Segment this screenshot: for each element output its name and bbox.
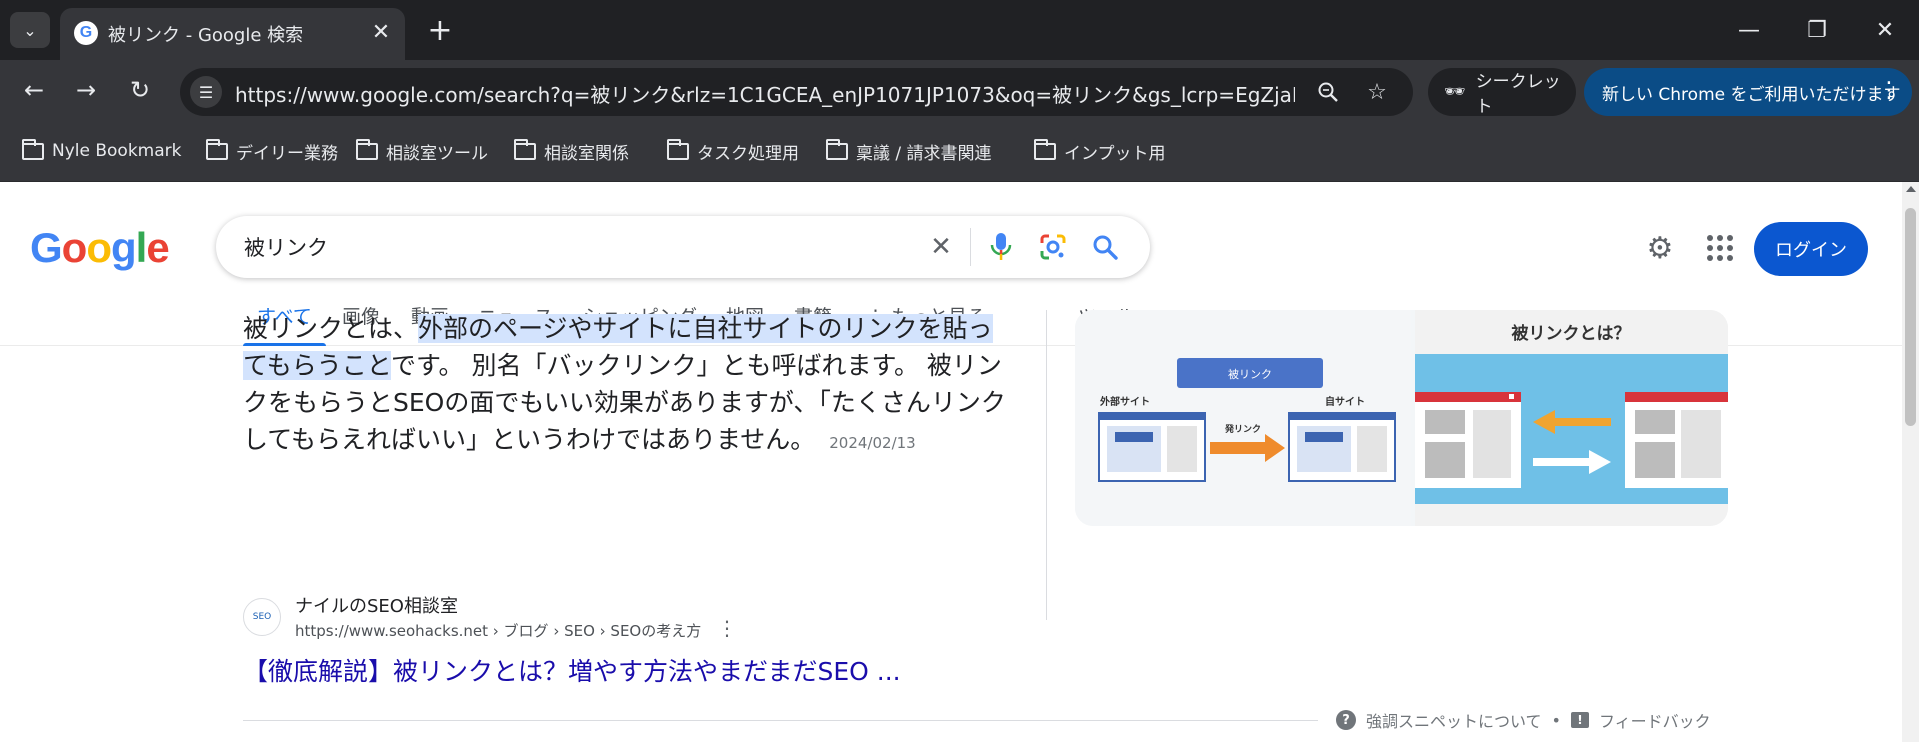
svg-text:被リンクとは？: 被リンクとは？ <box>1512 323 1631 344</box>
bookmark-label: インプット用 <box>1064 143 1166 164</box>
separator-dot: • <box>1551 710 1561 730</box>
backlink-diagram: 被リンク 外部サイト 自サイト 発リンク <box>1075 310 1411 526</box>
folder-icon <box>1034 138 1056 160</box>
close-window-button[interactable]: ✕ <box>1860 8 1910 52</box>
incognito-indicator[interactable]: 🕶 シークレット <box>1428 68 1576 117</box>
folder-icon <box>667 138 689 160</box>
lens-camera-icon[interactable] <box>1036 230 1070 264</box>
svg-text:発リンク: 発リンク <box>1224 423 1261 435</box>
bookmark-label: 稟議 / 請求書関連 <box>856 143 992 164</box>
search-divider <box>970 228 971 266</box>
feedback-link[interactable]: フィードバック <box>1599 708 1711 732</box>
feedback-icon: ! <box>1570 712 1589 728</box>
folder-icon <box>356 138 378 160</box>
backlink-illustration: 被リンクとは？ <box>1415 310 1728 526</box>
tab-search-button[interactable]: ⌄ <box>10 12 50 48</box>
browser-toolbar: ← → ↻ ☰ https://www.google.com/search?q=… <box>0 60 1919 120</box>
apps-grid-icon[interactable] <box>1700 228 1740 268</box>
site-info-icon[interactable]: ☰ <box>190 76 222 108</box>
site-favicon-icon: SEO <box>243 598 281 636</box>
scroll-up-arrow-icon[interactable] <box>1906 186 1916 192</box>
zoom-icon[interactable] <box>1313 77 1343 107</box>
url-text[interactable]: https://www.google.com/search?q=被リンク&rlz… <box>235 79 1295 108</box>
site-name[interactable]: ナイルのSEO相談室 <box>295 592 458 618</box>
login-button[interactable]: ログイン <box>1754 222 1868 276</box>
chrome-update-button[interactable]: 新しい Chrome をご利用いただけます ⋮ <box>1584 68 1912 116</box>
incognito-label: シークレット <box>1475 72 1561 117</box>
active-tab[interactable]: G 被リンク - Google 検索 ✕ <box>60 8 405 60</box>
help-icon: ? <box>1336 710 1356 730</box>
restore-button[interactable]: ❐ <box>1792 8 1842 52</box>
result-title-link[interactable]: 【徹底解説】被リンクとは？増やす方法やまだまだSEO ... <box>243 652 901 688</box>
more-menu-icon[interactable]: ⋮ <box>1878 78 1900 103</box>
more-options-icon[interactable]: ⋮ <box>717 616 737 640</box>
tab-title: 被リンク - Google 検索 <box>108 25 304 46</box>
bookmark-label: 相談室ツール <box>386 143 488 164</box>
search-input[interactable]: 被リンク <box>244 232 328 262</box>
tab-strip: ⌄ G 被リンク - Google 検索 ✕ + — ❐ ✕ <box>0 0 1919 60</box>
folder-icon <box>22 138 44 160</box>
site-url[interactable]: https://www.seohacks.net › ブログ › SEO › S… <box>295 620 701 641</box>
google-logo[interactable]: Google <box>30 224 170 272</box>
bookmark-consult[interactable]: 相談室関係 <box>514 136 629 166</box>
bookmark-input[interactable]: インプット用 <box>1034 136 1166 166</box>
bookmark-label: Nyle Bookmark <box>52 141 182 161</box>
forward-button[interactable]: → <box>66 70 106 110</box>
update-label: 新しい Chrome をご利用いただけます <box>1602 84 1901 105</box>
snippet-date: 2024/02/13 <box>829 434 916 452</box>
microphone-icon[interactable] <box>984 230 1018 264</box>
bookmark-daily[interactable]: デイリー業務 <box>206 136 338 166</box>
bookmark-star-icon[interactable]: ☆ <box>1362 77 1392 107</box>
snippet-footer: ? 強調スニペットについて • ! フィードバック <box>1336 708 1711 732</box>
bookmark-approvals[interactable]: 稟議 / 請求書関連 <box>826 136 992 166</box>
bookmark-label: デイリー業務 <box>236 143 338 164</box>
clear-icon[interactable]: ✕ <box>924 230 958 264</box>
google-favicon-icon: G <box>74 21 98 45</box>
svg-text:被リンク: 被リンク <box>1228 368 1272 381</box>
close-tab-icon[interactable]: ✕ <box>367 18 395 46</box>
bookmark-label: タスク処理用 <box>697 143 799 164</box>
snippet-divider <box>243 720 1318 721</box>
svg-text:自サイト: 自サイト <box>1325 395 1365 408</box>
snippet-highlight: 外部のページやサイトに自社サイトのリンクを <box>418 314 943 343</box>
column-divider <box>1046 310 1047 620</box>
back-button[interactable]: ← <box>14 70 54 110</box>
chevron-down-icon: ⌄ <box>23 20 37 40</box>
featured-snippet-text: 被リンクとは、外部のページやサイトに自社サイトのリンクを貼ってもらうことです。 … <box>243 314 1006 454</box>
new-tab-button[interactable]: + <box>422 12 458 48</box>
svg-text:外部サイト: 外部サイト <box>1099 395 1150 408</box>
search-box[interactable]: 被リンク ✕ <box>216 216 1150 278</box>
incognito-icon: 🕶 <box>1444 82 1466 102</box>
snippet-image[interactable]: 被リンク 外部サイト 自サイト 発リンク 被リンクとは？ <box>1075 310 1728 526</box>
folder-icon <box>826 138 848 160</box>
bookmark-tools[interactable]: 相談室ツール <box>356 136 488 166</box>
page-scrollbar[interactable] <box>1902 182 1919 742</box>
folder-icon <box>514 138 536 160</box>
scroll-thumb[interactable] <box>1905 208 1916 426</box>
minimize-button[interactable]: — <box>1724 8 1774 52</box>
bookmark-label: 相談室関係 <box>544 143 629 164</box>
address-bar[interactable]: ☰ https://www.google.com/search?q=被リンク&r… <box>180 68 1413 116</box>
bookmarks-bar: Nyle Bookmark デイリー業務 相談室ツール 相談室関係 タスク処理用… <box>0 120 1919 182</box>
bookmark-tasks[interactable]: タスク処理用 <box>667 136 799 166</box>
search-icon[interactable] <box>1088 230 1122 264</box>
bookmark-nyle[interactable]: Nyle Bookmark <box>22 136 181 166</box>
about-snippets-link[interactable]: 強調スニペットについて <box>1366 708 1542 732</box>
gear-icon[interactable]: ⚙ <box>1640 228 1680 268</box>
reload-button[interactable]: ↻ <box>120 70 160 110</box>
folder-icon <box>206 138 228 160</box>
search-results-page: Google 被リンク ✕ ⚙ ログイン すべて 画像 被リンクとは、外部のペー… <box>0 182 1902 742</box>
